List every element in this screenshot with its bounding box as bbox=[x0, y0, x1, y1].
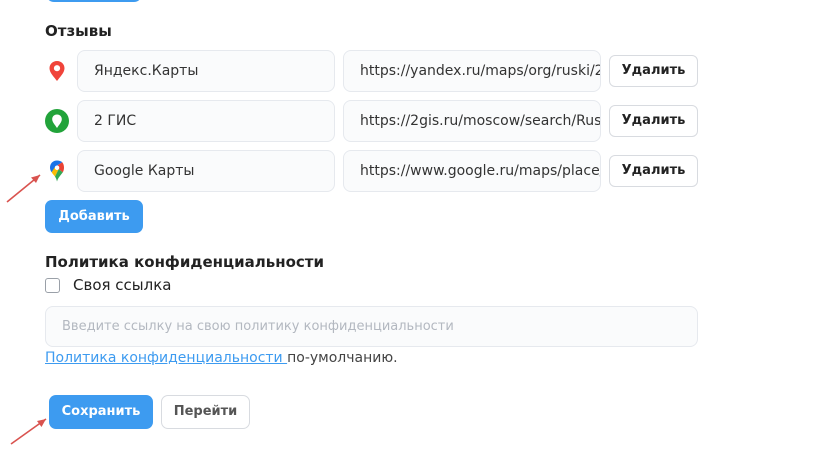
annotation-arrow-icon bbox=[10, 418, 47, 445]
delete-review-button[interactable]: Удалить bbox=[609, 105, 698, 137]
add-review-button[interactable]: Добавить bbox=[45, 200, 143, 233]
delete-review-button[interactable]: Удалить bbox=[609, 55, 698, 87]
default-policy-text: Политика конфиденциальности по-умолчанию… bbox=[45, 350, 398, 366]
review-source-name-field[interactable]: Яндекс.Карты bbox=[77, 50, 335, 92]
review-row-yandex: Яндекс.Карты https://yandex.ru/maps/org/… bbox=[0, 50, 830, 92]
twogis-icon bbox=[44, 108, 70, 134]
own-link-checkbox[interactable] bbox=[45, 278, 60, 293]
previous-section-button[interactable] bbox=[46, 0, 142, 2]
review-source-name-field[interactable]: 2 ГИС bbox=[77, 100, 335, 142]
review-row-google: Google Карты https://www.google.ru/maps/… bbox=[0, 150, 830, 192]
delete-review-button[interactable]: Удалить bbox=[609, 155, 698, 187]
privacy-policy-url-input[interactable] bbox=[45, 306, 698, 347]
go-button[interactable]: Перейти bbox=[161, 395, 250, 429]
review-source-name-field[interactable]: Google Карты bbox=[77, 150, 335, 192]
default-privacy-policy-link[interactable]: Политика конфиденциальности bbox=[45, 350, 287, 366]
privacy-policy-title: Политика конфиденциальности bbox=[45, 253, 324, 271]
review-url-field[interactable]: https://yandex.ru/maps/org/ruski/200 bbox=[343, 50, 601, 92]
review-row-2gis: 2 ГИС https://2gis.ru/moscow/search/Rusk… bbox=[0, 100, 830, 142]
review-url-field[interactable]: https://2gis.ru/moscow/search/Ruski bbox=[343, 100, 601, 142]
save-button[interactable]: Сохранить bbox=[49, 395, 153, 429]
reviews-title: Отзывы bbox=[45, 22, 112, 40]
annotation-arrow-icon bbox=[6, 174, 41, 203]
own-link-label[interactable]: Своя ссылка bbox=[73, 276, 171, 294]
yandex-maps-pin-icon bbox=[44, 58, 70, 84]
default-policy-suffix: по-умолчанию. bbox=[287, 350, 398, 366]
review-url-field[interactable]: https://www.google.ru/maps/place/R bbox=[343, 150, 601, 192]
